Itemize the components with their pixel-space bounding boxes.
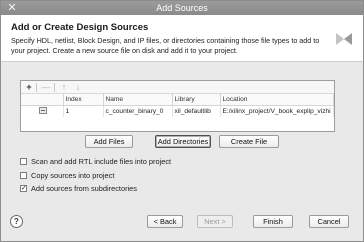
page-description: Specify HDL, netlist, Block Design, and … (11, 36, 320, 55)
column-header[interactable]: Index (63, 94, 104, 106)
add-directories-button[interactable]: Add Directories (155, 135, 211, 148)
toolbar-divider (36, 83, 37, 92)
column-header[interactable] (21, 94, 64, 106)
back-button[interactable]: < Back (147, 215, 183, 228)
row-library: xil_defaultlib (172, 105, 221, 117)
wizard-header: Add or Create Design Sources Specify HDL… (1, 15, 363, 62)
column-header[interactable]: Location (220, 94, 334, 106)
sources-toolbar: + — ↑ ↓ (21, 81, 334, 94)
toolbar-divider (54, 83, 55, 92)
add-sources-dialog: ✕ Add Sources Add or Create Design Sourc… (0, 0, 364, 242)
sources-table: Index Name Library Location 1 c_counter_… (21, 94, 334, 117)
row-name: c_counter_binary_0 (103, 105, 173, 117)
create-file-button[interactable]: Create File (219, 135, 279, 148)
help-icon[interactable]: ? (10, 215, 23, 228)
table-row[interactable]: 1 c_counter_binary_0 xil_defaultlib E:/x… (21, 105, 334, 117)
scan-rtl-checkbox[interactable] (20, 158, 27, 165)
window-title: Add Sources (156, 3, 208, 13)
subdirectories-label: Add sources from subdirectories (31, 184, 137, 193)
table-header-row: Index Name Library Location (21, 94, 334, 106)
subdirectories-checkbox[interactable]: ✓ (20, 185, 27, 192)
move-up-icon[interactable]: ↑ (59, 82, 69, 93)
cancel-button[interactable]: Cancel (309, 215, 349, 228)
row-index: 1 (63, 105, 104, 117)
title-bar: ✕ Add Sources (1, 1, 363, 15)
close-icon[interactable]: ✕ (7, 1, 17, 15)
next-button[interactable]: Next > (197, 215, 233, 228)
row-location: E:/xilinx_project/V_book_explip_vizhi (220, 105, 334, 117)
finish-button[interactable]: Finish (253, 215, 293, 228)
column-header[interactable]: Name (103, 94, 173, 106)
scan-rtl-label: Scan and add RTL include files into proj… (31, 157, 172, 166)
remove-icon[interactable]: — (41, 82, 51, 93)
vivado-logo-icon (336, 33, 352, 45)
add-icon[interactable]: + (24, 82, 34, 93)
copy-sources-checkbox[interactable] (20, 172, 27, 179)
sources-panel: + — ↑ ↓ Index Name Library Location 1 c_… (20, 80, 335, 132)
copy-sources-label: Copy sources into project (31, 171, 115, 180)
page-title: Add or Create Design Sources (11, 22, 149, 33)
move-down-icon[interactable]: ↓ (73, 82, 83, 93)
column-header[interactable]: Library (172, 94, 221, 106)
file-icon (21, 105, 64, 117)
add-files-button[interactable]: Add Files (85, 135, 133, 148)
